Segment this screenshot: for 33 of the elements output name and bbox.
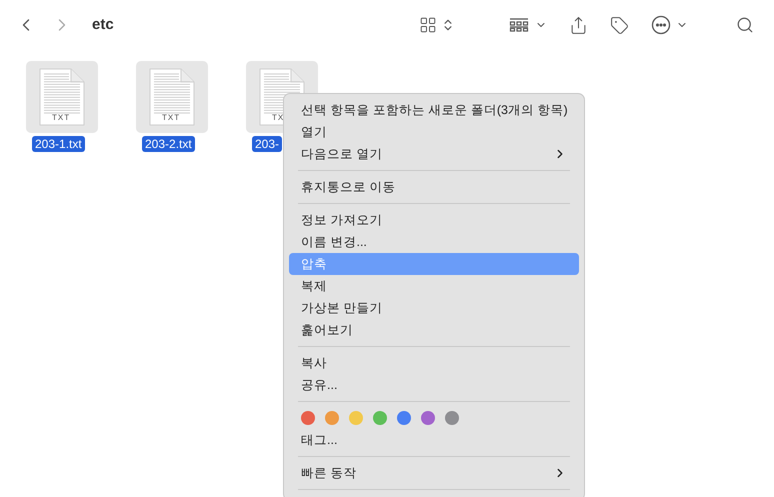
document-icon [39,68,85,126]
group-button[interactable] [509,18,547,32]
group-icon [509,18,529,32]
search-button[interactable] [736,16,754,34]
tag-icon [610,16,629,34]
file-name[interactable]: 203-2.txt [142,136,195,152]
menu-item[interactable]: 복제 [289,275,579,297]
menu-item[interactable]: 정보 가져오기 [289,209,579,231]
file-tile[interactable]: TXT [26,61,98,133]
window-title: etc [92,14,114,35]
file-name[interactable]: 203- [252,136,282,152]
file-name[interactable]: 203-1.txt [32,136,85,152]
menu-item[interactable]: 빠른 동작 [289,462,579,484]
share-button[interactable] [569,16,588,34]
file-type-label: TXT [52,114,70,122]
menu-item[interactable]: 가상본 만들기 [289,297,579,319]
menu-item[interactable]: 다음으로 열기 [289,143,579,165]
file-type-label: TXT [162,114,180,122]
search-icon [736,16,754,34]
grid-icon [419,16,437,34]
menu-item[interactable]: 훑어보기 [289,319,579,341]
menu-item[interactable]: 이름 변경... [289,231,579,253]
menu-item[interactable]: 복사 [289,352,579,374]
menu-item[interactable]: 태그... [289,429,579,451]
more-button[interactable] [651,15,688,35]
file-type-label: TX [272,114,284,122]
share-icon [569,16,588,34]
more-icon [651,15,671,35]
file-tile[interactable]: TXT [136,61,208,133]
menu-item[interactable]: 공유... [289,374,579,396]
document-icon [149,68,195,126]
tag-button[interactable] [610,16,629,34]
menu-item[interactable]: 휴지통으로 이동 [289,176,579,198]
